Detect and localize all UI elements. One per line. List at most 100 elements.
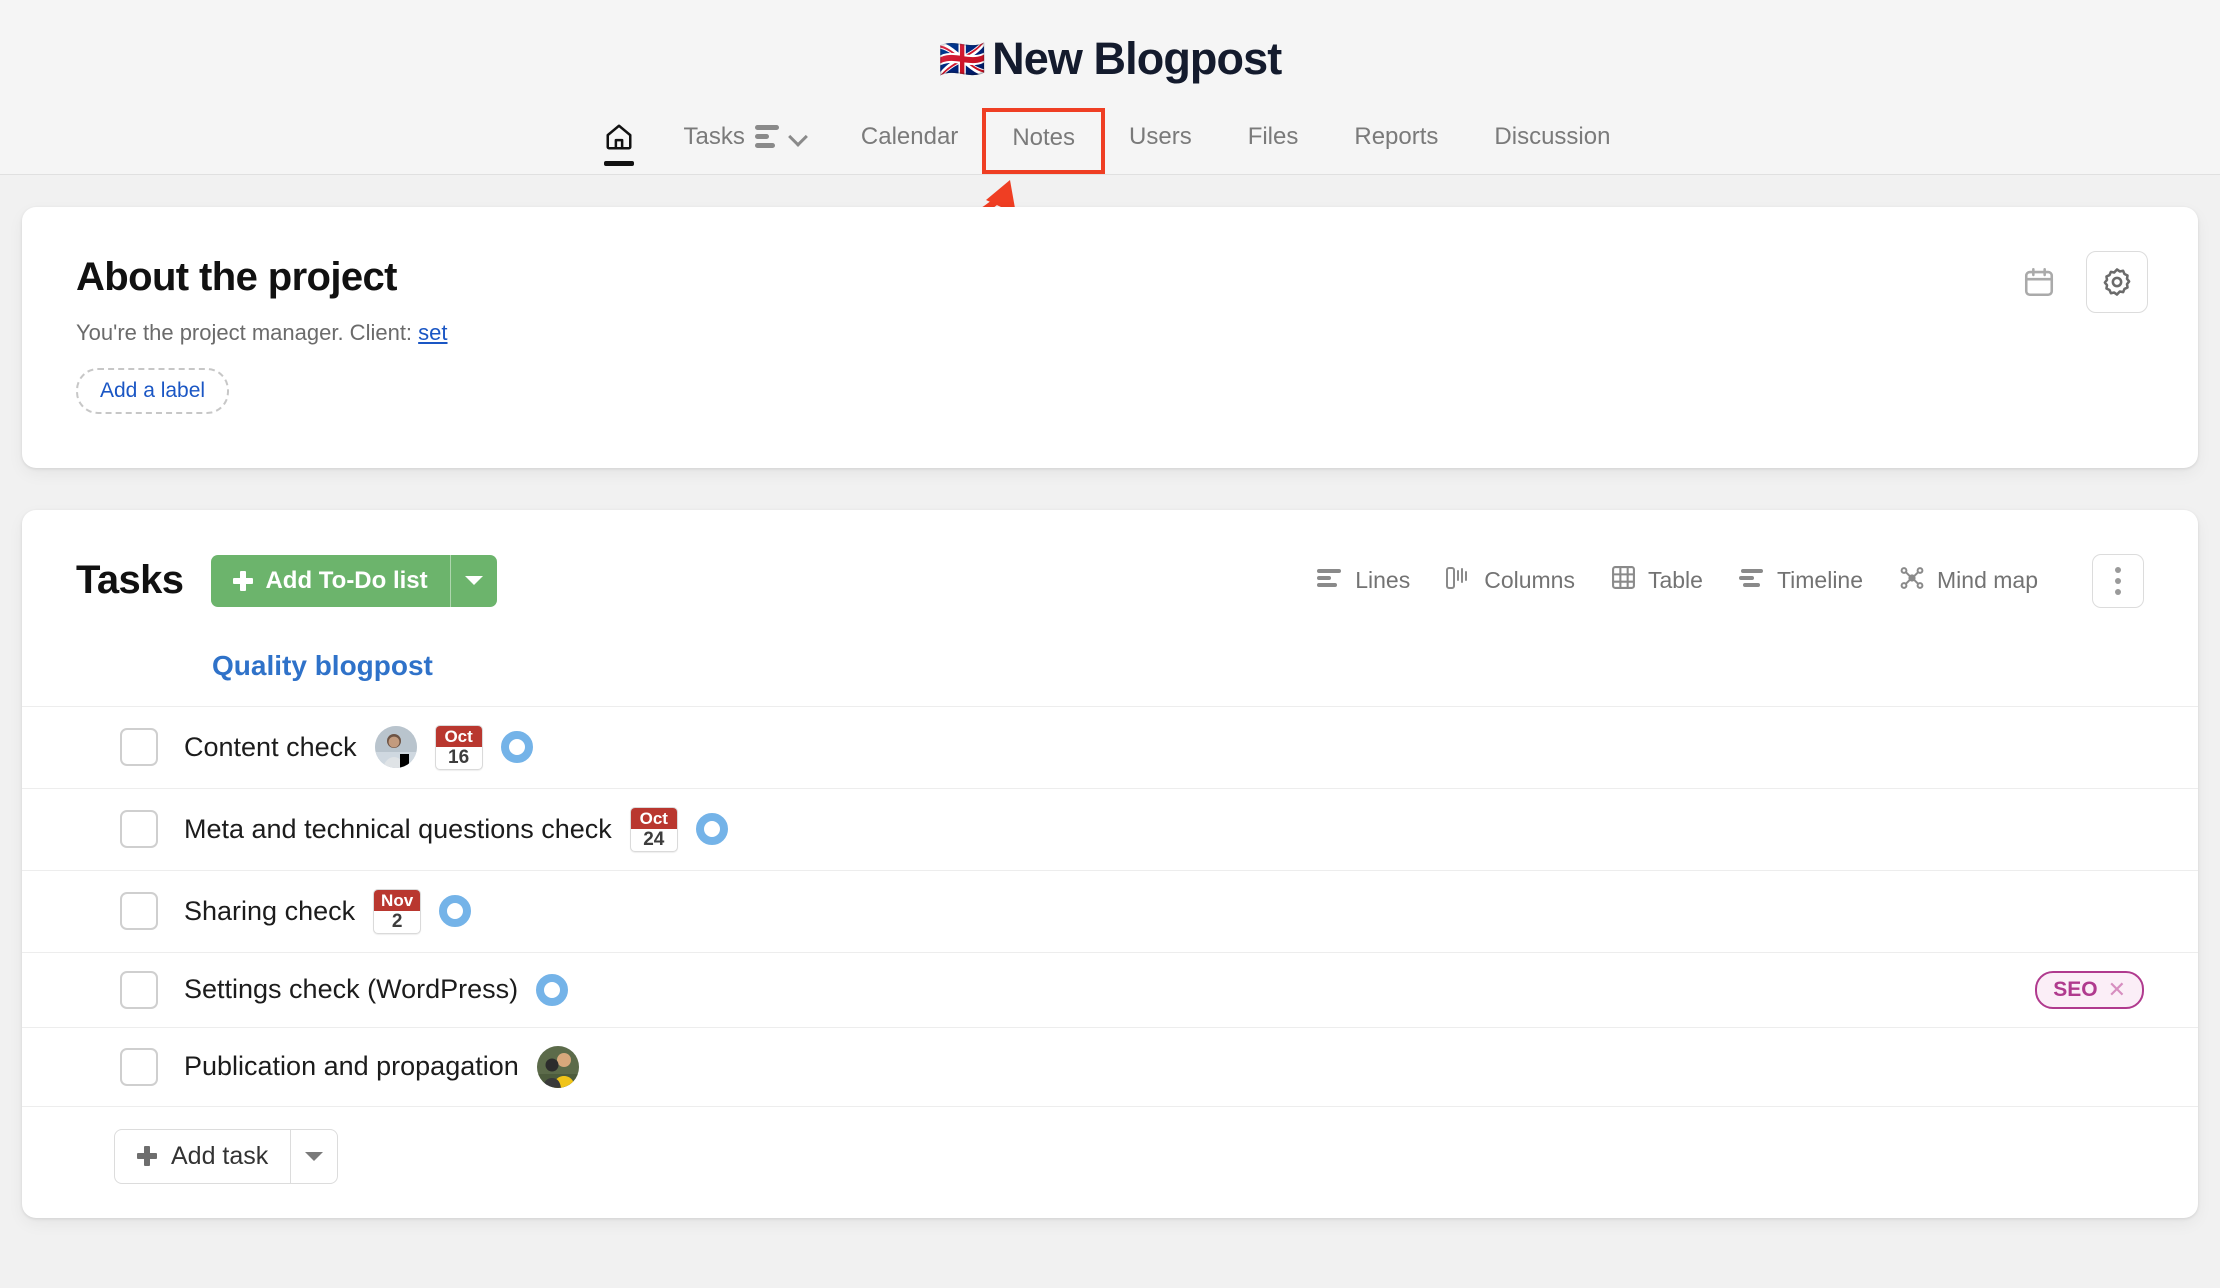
- nav-item-notes-label: Notes: [1012, 123, 1076, 151]
- status-ring-icon[interactable]: [439, 895, 472, 927]
- plus-icon: [137, 1146, 157, 1166]
- task-checkbox[interactable]: [120, 1047, 158, 1086]
- active-tab-indicator: [603, 160, 634, 166]
- view-columns[interactable]: Columns: [1446, 566, 1575, 596]
- task-row[interactable]: Publication and propagation: [22, 1026, 2198, 1106]
- calendar-icon[interactable]: [2022, 265, 2056, 299]
- view-switcher: Lines Columns Table Timeline Mind map: [1317, 553, 2144, 608]
- about-subtitle: You're the project manager. Client: set: [76, 320, 2144, 346]
- due-date-badge[interactable]: Nov 2: [373, 888, 422, 934]
- table-icon: [1611, 565, 1636, 596]
- status-ring-icon[interactable]: [500, 731, 533, 763]
- due-date-day: 2: [391, 910, 403, 932]
- main-content: About the project You're the project man…: [0, 206, 2220, 1218]
- add-todo-list-dropdown[interactable]: [451, 555, 497, 607]
- task-checkbox[interactable]: [120, 728, 158, 766]
- nav-item-tasks[interactable]: Tasks: [656, 111, 833, 173]
- task-row[interactable]: Content check Oct 16: [22, 705, 2198, 788]
- nav-item-home[interactable]: [582, 110, 656, 174]
- nav-item-files-label: Files: [1247, 122, 1299, 150]
- add-label-button[interactable]: Add a label: [76, 367, 230, 414]
- lines-icon: [1317, 567, 1343, 595]
- add-todo-list-button[interactable]: Add To-Do list: [211, 554, 497, 607]
- close-icon[interactable]: ✕: [2108, 978, 2126, 1001]
- due-date-month: Nov: [374, 889, 421, 911]
- view-mindmap[interactable]: Mind map: [1899, 566, 2038, 596]
- home-icon: [604, 122, 634, 152]
- task-row[interactable]: Meta and technical questions check Oct 2…: [22, 787, 2198, 870]
- nav-item-discussion[interactable]: Discussion: [1466, 111, 1638, 173]
- about-card-actions: [2022, 250, 2148, 313]
- main-navigation: Tasks Calendar Notes Users Files Reports…: [0, 107, 2220, 174]
- uk-flag-icon: 🇬🇧: [938, 39, 986, 81]
- nav-item-tasks-label: Tasks: [683, 122, 745, 150]
- plus-icon: [233, 570, 254, 591]
- timeline-icon: [1738, 567, 1765, 595]
- avatar[interactable]: [536, 1045, 579, 1088]
- task-checkbox[interactable]: [120, 970, 158, 1009]
- more-vertical-icon[interactable]: [2092, 553, 2144, 608]
- nav-item-discussion-label: Discussion: [1494, 122, 1611, 150]
- view-timeline[interactable]: Timeline: [1738, 567, 1864, 595]
- add-todo-list-label: Add To-Do list: [265, 566, 428, 594]
- view-lines[interactable]: Lines: [1317, 567, 1410, 595]
- nav-item-users[interactable]: Users: [1101, 111, 1220, 173]
- tag-label: SEO: [2053, 977, 2098, 1001]
- nav-item-calendar[interactable]: Calendar: [833, 111, 986, 173]
- caret-down-icon: [305, 1151, 324, 1161]
- page-title-text: New Blogpost: [992, 33, 1282, 84]
- nav-item-reports-label: Reports: [1354, 122, 1439, 150]
- task-name: Publication and propagation: [184, 1051, 519, 1081]
- due-date-badge[interactable]: Oct 16: [434, 724, 483, 770]
- task-name: Meta and technical questions check: [184, 813, 612, 844]
- task-row[interactable]: Settings check (WordPress) SEO ✕: [22, 951, 2198, 1027]
- add-task-main[interactable]: Add task: [115, 1130, 290, 1183]
- view-table[interactable]: Table: [1611, 565, 1703, 596]
- add-task-dropdown[interactable]: [291, 1130, 337, 1183]
- nav-item-notes[interactable]: Notes: [982, 107, 1106, 174]
- add-task-row: Add task: [22, 1105, 2198, 1218]
- add-todo-list-main[interactable]: Add To-Do list: [211, 555, 449, 607]
- app-header: 🇬🇧 New Blogpost Tasks Calendar Notes User…: [0, 0, 2220, 240]
- chevron-down-icon[interactable]: [789, 129, 805, 145]
- due-date-day: 16: [448, 746, 470, 768]
- avatar[interactable]: [374, 726, 417, 768]
- status-badge[interactable]: SEO ✕: [2035, 970, 2144, 1009]
- view-lines-label: Lines: [1355, 567, 1411, 593]
- task-name: Sharing check: [184, 895, 356, 926]
- tasks-card: Tasks Add To-Do list Lines Columns Table…: [22, 509, 2198, 1218]
- client-set-link[interactable]: set: [418, 320, 447, 345]
- task-checkbox[interactable]: [120, 892, 158, 930]
- nav-item-files[interactable]: Files: [1220, 111, 1327, 173]
- add-task-label: Add task: [171, 1141, 269, 1170]
- settings-gear-button[interactable]: [2086, 250, 2148, 313]
- tasks-title: Tasks: [76, 558, 184, 602]
- columns-icon: [1446, 566, 1472, 596]
- task-checkbox[interactable]: [120, 810, 158, 848]
- list-icon: [754, 125, 779, 148]
- nav-item-users-label: Users: [1129, 122, 1192, 150]
- task-name: Content check: [184, 731, 357, 762]
- about-title: About the project: [76, 254, 398, 299]
- view-timeline-label: Timeline: [1776, 567, 1864, 593]
- add-task-button[interactable]: Add task: [114, 1128, 339, 1184]
- due-date-badge[interactable]: Oct 24: [629, 806, 678, 852]
- about-subtitle-text: You're the project manager. Client:: [76, 319, 419, 345]
- task-list: Content check Oct 16 Meta and technical …: [22, 705, 2198, 1106]
- about-project-card: About the project You're the project man…: [22, 206, 2198, 468]
- view-mindmap-label: Mind map: [1937, 567, 2038, 593]
- page-title: 🇬🇧 New Blogpost: [0, 34, 2220, 84]
- mindmap-icon: [1899, 566, 1925, 596]
- nav-item-reports[interactable]: Reports: [1326, 111, 1466, 173]
- task-row[interactable]: Sharing check Nov 2: [22, 869, 2198, 952]
- nav-item-calendar-label: Calendar: [860, 122, 959, 150]
- view-columns-label: Columns: [1484, 567, 1575, 593]
- task-group-title[interactable]: Quality blogpost: [22, 650, 2198, 682]
- tasks-header: Tasks Add To-Do list Lines Columns Table…: [22, 553, 2198, 608]
- task-name: Settings check (WordPress): [184, 974, 519, 1004]
- status-ring-icon[interactable]: [536, 973, 569, 1006]
- view-table-label: Table: [1647, 567, 1703, 593]
- due-date-month: Oct: [435, 725, 482, 747]
- status-ring-icon[interactable]: [695, 813, 728, 845]
- caret-down-icon: [464, 576, 483, 585]
